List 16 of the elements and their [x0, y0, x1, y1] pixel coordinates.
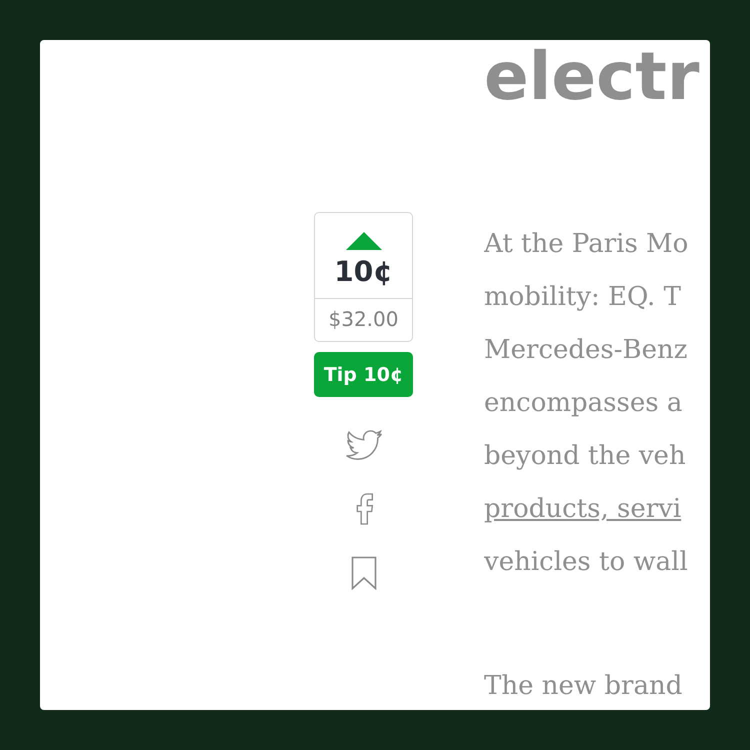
twitter-bird-icon[interactable] [344, 430, 382, 462]
bookmark-icon[interactable] [350, 556, 376, 590]
article-text-line: vehicles to wall [484, 546, 688, 579]
article-text-line: mobility: EQ. T [484, 281, 681, 314]
article-title: electr [484, 44, 700, 110]
article-text-line: encompasses a [484, 387, 682, 420]
article-text-line: beyond the veh [484, 440, 686, 473]
facebook-icon[interactable] [354, 492, 374, 526]
article-text-line: Mercedes-Benz [484, 334, 688, 367]
tip-button[interactable]: Tip 10¢ [314, 352, 413, 397]
upvote-icon[interactable] [344, 231, 382, 251]
amount-label: $32.00 [315, 298, 412, 341]
article-text-line: The new brand [484, 670, 682, 703]
article-text-line: At the Paris Mo [484, 228, 688, 261]
vote-count: 10¢ [334, 255, 393, 288]
article-link[interactable]: products, servi [484, 483, 682, 536]
